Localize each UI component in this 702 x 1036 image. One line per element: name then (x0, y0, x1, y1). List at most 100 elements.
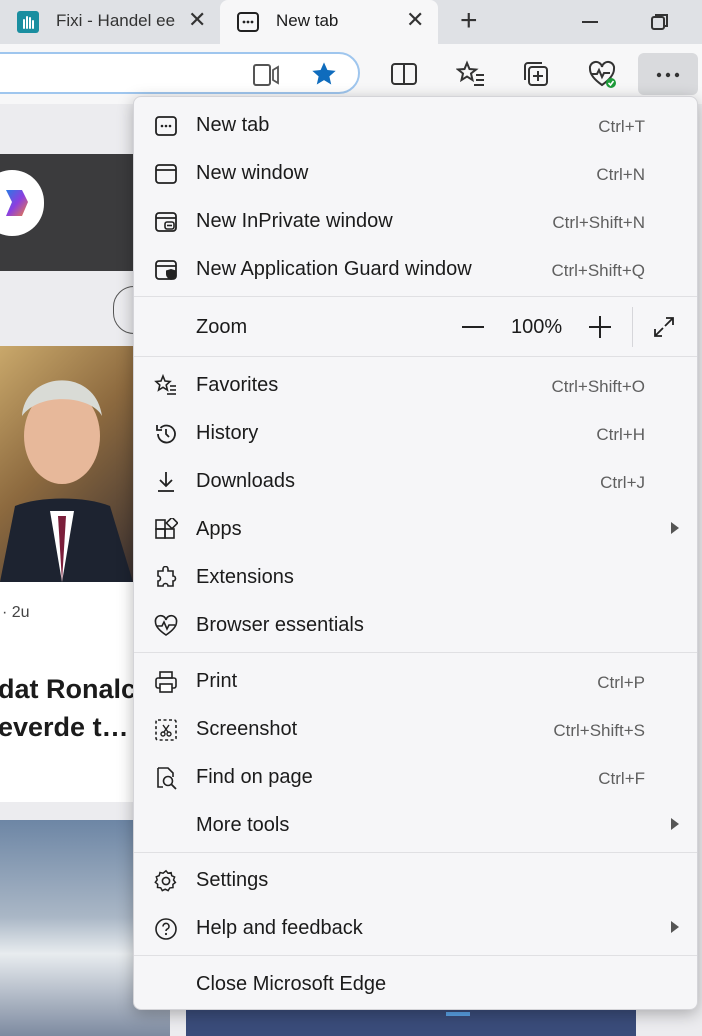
menu-separator (134, 652, 697, 653)
menu-zoom-row: Zoom 100% (134, 303, 697, 351)
menu-item-shortcut: Ctrl+J (600, 473, 645, 492)
history-icon (156, 424, 176, 444)
close-tab-icon[interactable]: ✕ (188, 7, 206, 33)
menu-item-shortcut: Ctrl+P (597, 673, 645, 692)
zoom-value: 100% (511, 316, 563, 338)
split-screen-icon[interactable] (390, 61, 418, 87)
menu-separator (134, 852, 697, 853)
menu-item-label: New window (196, 162, 309, 184)
window-icon (155, 164, 177, 184)
minimize-icon[interactable] (582, 21, 598, 23)
menu-item-new-tab[interactable]: New tab Ctrl+T (134, 101, 697, 149)
menu-item-screenshot[interactable]: Screenshot Ctrl+Shift+S (134, 705, 697, 753)
favorites-icon[interactable] (456, 60, 486, 88)
menu-item-apps[interactable]: Apps (134, 505, 697, 553)
menu-item-label: Find on page (196, 766, 313, 788)
menu-item-shortcut: Ctrl+H (596, 425, 645, 444)
more-dots-icon (656, 72, 680, 78)
scroll-indicator (446, 1012, 470, 1016)
menu-item-history[interactable]: History Ctrl+H (134, 409, 697, 457)
copilot-icon (6, 190, 28, 216)
menu-item-label: Browser essentials (196, 614, 364, 636)
menu-item-new-inprivate-window[interactable]: New InPrivate window Ctrl+Shift+N (134, 197, 697, 245)
menu-item-new-application-guard-window[interactable]: New Application Guard window Ctrl+Shift+… (134, 245, 697, 293)
favorite-star-icon[interactable] (310, 60, 338, 88)
fullscreen-icon[interactable] (652, 315, 676, 339)
help-icon (155, 918, 177, 940)
address-bar[interactable] (0, 52, 360, 94)
tab-new-tab[interactable]: New tab ✕ (220, 0, 438, 44)
menu-item-label: Settings (196, 869, 269, 891)
menu-item-shortcut: Ctrl+T (598, 117, 645, 136)
menu-item-label: Screenshot (196, 718, 298, 740)
menu-item-label: Extensions (196, 566, 294, 588)
menu-item-label: Help and feedback (196, 917, 363, 939)
menu-item-extensions[interactable]: Extensions (134, 553, 697, 601)
tab-title: New tab (276, 11, 339, 30)
screenshot-icon (155, 719, 177, 741)
submenu-arrow-icon (671, 921, 679, 933)
menu-item-favorites[interactable]: Favorites Ctrl+Shift+O (134, 361, 697, 409)
fixi-hand-icon (17, 11, 39, 33)
zoom-in-plus-vertical (599, 316, 601, 338)
menu-item-label: New Application Guard window (196, 258, 472, 280)
favorites-icon (154, 374, 176, 395)
menu-separator (134, 296, 697, 297)
menu-separator (134, 955, 697, 956)
submenu-arrow-icon (671, 522, 679, 534)
menu-item-close-microsoft-edge[interactable]: Close Microsoft Edge (134, 960, 697, 1008)
new-tab-icon (155, 116, 177, 136)
inprivate-icon (155, 212, 177, 232)
extensions-icon (157, 566, 177, 587)
menu-item-help-and-feedback[interactable]: Help and feedback (134, 904, 697, 952)
add-tab-icon[interactable]: + (460, 4, 478, 38)
menu-item-label: Apps (196, 518, 242, 540)
menu-item-label: History (196, 422, 259, 444)
menu-item-label: New tab (196, 114, 270, 136)
read-aloud-icon[interactable] (252, 62, 280, 88)
menu-separator (134, 356, 697, 357)
menu-item-shortcut: Ctrl+Shift+S (553, 721, 645, 740)
menu-item-settings[interactable]: Settings (134, 856, 697, 904)
new-tab-icon (237, 12, 259, 32)
printer-icon (155, 671, 177, 693)
zoom-label: Zoom (196, 316, 248, 338)
menu-item-shortcut: Ctrl+Shift+O (551, 377, 645, 396)
restore-icon[interactable] (650, 12, 670, 32)
heartbeat-icon (154, 614, 178, 636)
zoom-out-button[interactable] (462, 326, 484, 328)
menu-item-shortcut: Ctrl+Shift+N (552, 213, 645, 232)
close-tab-icon[interactable]: ✕ (406, 7, 424, 33)
menu-item-label: Downloads (196, 470, 295, 492)
bottom-card (186, 1010, 636, 1036)
zoom-divider (632, 307, 633, 347)
news-headline-2: everde t… (0, 712, 129, 742)
settings-menu: New tab Ctrl+T New window Ctrl+N New InP… (133, 96, 698, 1010)
news-card[interactable]: · 2u dat Ronalc everde t… (0, 582, 137, 802)
download-icon (158, 472, 174, 492)
menu-item-label: New InPrivate window (196, 210, 393, 232)
news-photo (0, 346, 133, 582)
menu-item-print[interactable]: Print Ctrl+P (134, 657, 697, 705)
menu-item-label: More tools (196, 814, 290, 836)
tab-fixi[interactable]: Fixi - Handel ee ✕ (0, 0, 218, 44)
submenu-arrow-icon (671, 818, 679, 830)
menu-item-find-on-page[interactable]: Find on page Ctrl+F (134, 753, 697, 801)
news-headline-1: dat Ronalc (0, 674, 137, 704)
menu-item-browser-essentials[interactable]: Browser essentials (134, 601, 697, 649)
menu-item-downloads[interactable]: Downloads Ctrl+J (134, 457, 697, 505)
browser-essentials-icon[interactable] (588, 60, 618, 90)
collections-icon[interactable] (522, 60, 550, 88)
menu-item-shortcut: Ctrl+Shift+Q (551, 261, 645, 280)
tab-title: Fixi - Handel ee (56, 11, 176, 30)
tab-strip: Fixi - Handel ee ✕ New tab ✕ + (0, 0, 702, 44)
application-guard-icon (155, 260, 177, 280)
menu-item-new-window[interactable]: New window Ctrl+N (134, 149, 697, 197)
menu-item-label: Print (196, 670, 238, 692)
menu-item-more-tools[interactable]: More tools (134, 801, 697, 849)
settings-and-more-button[interactable] (638, 53, 698, 95)
find-icon (157, 767, 177, 790)
menu-item-label: Close Microsoft Edge (196, 973, 387, 995)
menu-item-shortcut: Ctrl+N (596, 165, 645, 184)
apps-icon (155, 518, 178, 539)
